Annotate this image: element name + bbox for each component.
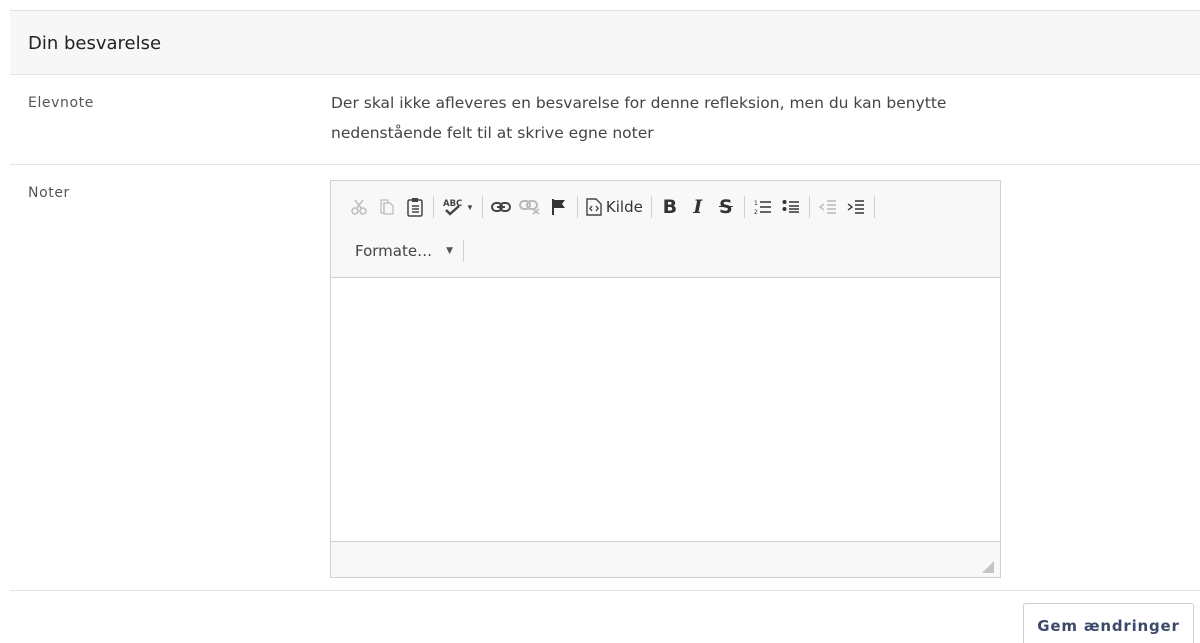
italic-label: I bbox=[693, 196, 703, 218]
elevnote-text-line1: Der skal ikke afleveres en besvarelse fo… bbox=[331, 94, 947, 112]
format-dropdown-label: Formate… bbox=[355, 242, 433, 260]
bulleted-list-button[interactable] bbox=[777, 193, 805, 221]
elevnote-label: Elevnote bbox=[28, 95, 94, 111]
section-header: Din besvarelse bbox=[10, 11, 1200, 75]
toolbar-separator bbox=[808, 196, 810, 218]
bold-label: B bbox=[662, 196, 678, 218]
numbered-list-button[interactable]: 12 bbox=[749, 193, 777, 221]
format-dropdown[interactable]: Formate… ▼ bbox=[345, 237, 459, 265]
source-button[interactable]: Kilde bbox=[582, 193, 647, 221]
svg-text:1: 1 bbox=[754, 200, 758, 207]
chevron-down-icon: ▼ bbox=[446, 246, 454, 256]
strikethrough-button[interactable]: S bbox=[712, 193, 740, 221]
link-button[interactable] bbox=[487, 193, 515, 221]
toolbar-row-2: Formate… ▼ bbox=[345, 237, 468, 265]
strikethrough-label: S bbox=[719, 196, 733, 218]
copy-icon bbox=[378, 198, 396, 216]
toolbar-separator bbox=[743, 196, 745, 218]
toolbar-separator bbox=[576, 196, 578, 218]
resize-handle-icon[interactable] bbox=[982, 560, 994, 573]
elevnote-text-line2: nedenstående felt til at skrive egne not… bbox=[331, 124, 654, 142]
save-button[interactable]: Gem ændringer bbox=[1023, 603, 1194, 643]
editor-toolbar: ABC ▼ Kilde B I S 1 2 Formate… ▼ bbox=[331, 181, 1000, 278]
indent-icon bbox=[847, 199, 865, 215]
toolbar-separator bbox=[650, 196, 652, 218]
svg-text:2: 2 bbox=[754, 209, 758, 215]
spellcheck-button[interactable]: ABC ▼ bbox=[438, 193, 478, 221]
row-divider bbox=[10, 590, 1200, 591]
toolbar-separator bbox=[433, 196, 434, 218]
spellcheck-icon: ABC bbox=[442, 197, 464, 217]
toolbar-separator bbox=[481, 196, 483, 218]
italic-button[interactable]: I bbox=[684, 193, 712, 221]
anchor-icon bbox=[551, 198, 567, 216]
editor-status-bar bbox=[331, 541, 1000, 577]
row-divider bbox=[10, 164, 1200, 165]
toolbar-separator bbox=[463, 240, 465, 262]
bulleted-list-icon bbox=[782, 199, 800, 215]
rich-text-editor[interactable]: ABC ▼ Kilde B I S 1 2 Formate… ▼ bbox=[330, 180, 1001, 578]
unlink-icon bbox=[518, 199, 541, 215]
section-title: Din besvarelse bbox=[28, 33, 162, 54]
cut-icon bbox=[350, 198, 368, 216]
bold-button[interactable]: B bbox=[656, 193, 684, 221]
copy-button[interactable] bbox=[373, 193, 401, 221]
outdent-icon bbox=[818, 199, 837, 215]
indent-button[interactable] bbox=[842, 193, 870, 221]
paste-button[interactable] bbox=[401, 193, 429, 221]
source-label: Kilde bbox=[605, 198, 643, 216]
toolbar-separator bbox=[873, 196, 875, 218]
anchor-button[interactable] bbox=[545, 193, 573, 221]
toolbar-row-1: ABC ▼ Kilde B I S 1 2 bbox=[345, 193, 879, 221]
unlink-button[interactable] bbox=[515, 193, 545, 221]
svg-text:ABC: ABC bbox=[443, 199, 462, 209]
source-icon bbox=[586, 198, 602, 216]
cut-button[interactable] bbox=[345, 193, 373, 221]
numbered-list-icon: 12 bbox=[754, 199, 772, 215]
chevron-down-icon: ▼ bbox=[466, 202, 474, 212]
link-icon bbox=[490, 200, 511, 214]
paste-icon bbox=[406, 197, 424, 217]
editor-content-area[interactable] bbox=[331, 278, 1000, 542]
outdent-button[interactable] bbox=[814, 193, 842, 221]
noter-label: Noter bbox=[28, 185, 70, 201]
elevnote-text: Der skal ikke afleveres en besvarelse fo… bbox=[331, 88, 1021, 148]
